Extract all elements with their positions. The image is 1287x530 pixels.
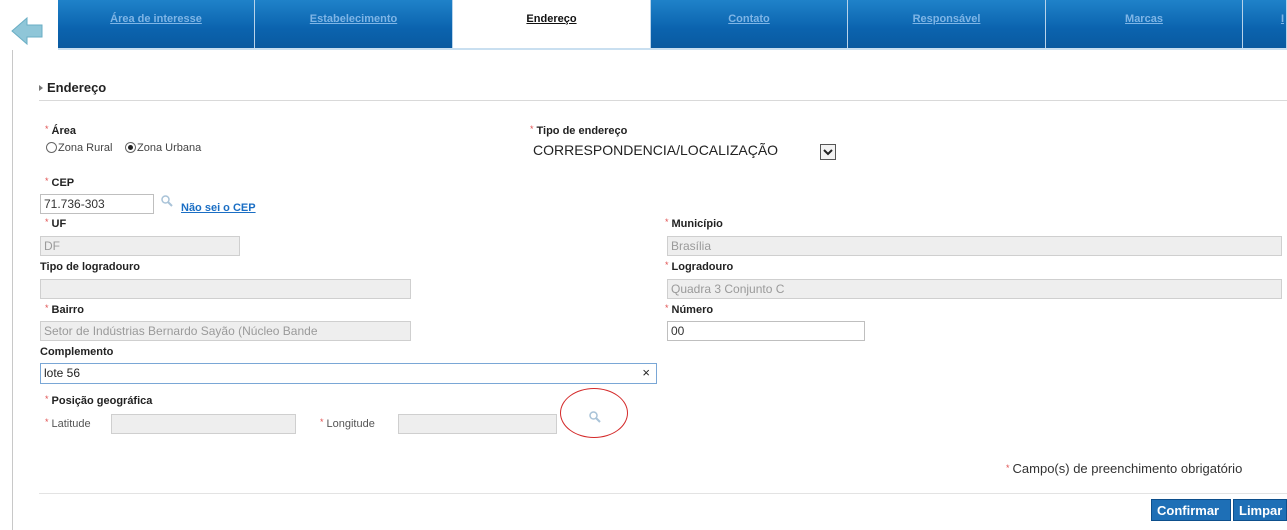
- tab-bar: Área de interesse Estabelecimento Endere…: [58, 0, 1287, 48]
- tipo-endereco-select[interactable]: CORRESPONDENCIA/LOCALIZAÇÃO: [533, 142, 778, 158]
- tab-contato[interactable]: Contato: [651, 0, 848, 48]
- tipo-endereco-label: * Tipo de endereço: [530, 124, 628, 137]
- longitude-input[interactable]: [398, 414, 557, 434]
- municipio-label: * Município: [665, 217, 723, 230]
- tab-endereco[interactable]: Endereço: [453, 0, 651, 48]
- section-divider: [39, 100, 1287, 101]
- posicao-label: * Posição geográfica: [45, 394, 153, 407]
- footer-divider: [39, 493, 1287, 494]
- zona-urbana-label: Zona Urbana: [137, 142, 202, 154]
- numero-input[interactable]: 00: [667, 321, 865, 341]
- confirm-button[interactable]: Confirmar: [1151, 499, 1231, 521]
- cep-label: * CEP: [45, 176, 75, 189]
- tab-estabelecimento[interactable]: Estabelecimento: [255, 0, 453, 48]
- longitude-label: * Longitude: [320, 417, 375, 430]
- tab-more[interactable]: I: [1243, 0, 1287, 48]
- chevron-down-icon[interactable]: [820, 144, 836, 160]
- tipo-logradouro-label: Tipo de logradouro: [40, 261, 141, 273]
- clear-button[interactable]: Limpar: [1233, 499, 1287, 521]
- area-label: * Área: [45, 124, 76, 137]
- tipo-logradouro-input[interactable]: [40, 279, 411, 299]
- uf-input[interactable]: DF: [40, 236, 240, 256]
- clear-icon[interactable]: ×: [642, 365, 650, 380]
- uf-label: * UF: [45, 217, 67, 230]
- tab-responsavel[interactable]: Responsável: [848, 0, 1046, 48]
- logradouro-label: * Logradouro: [665, 260, 734, 273]
- back-arrow-icon[interactable]: [10, 14, 44, 48]
- zona-urbana-radio[interactable]: [125, 142, 136, 153]
- highlight-circle: [560, 388, 628, 438]
- search-icon[interactable]: [160, 194, 174, 208]
- bairro-input[interactable]: Setor de Indústrias Bernardo Sayão (Núcl…: [40, 321, 411, 341]
- latitude-input[interactable]: [111, 414, 296, 434]
- nao-sei-cep-link[interactable]: Não sei o CEP: [181, 202, 256, 214]
- logradouro-input[interactable]: Quadra 3 Conjunto C: [667, 279, 1282, 299]
- tab-area-de-interesse[interactable]: Área de interesse: [58, 0, 255, 48]
- section-expand-icon[interactable]: [39, 85, 43, 91]
- zona-rural-radio[interactable]: [46, 142, 57, 153]
- latitude-label: * Latitude: [45, 417, 91, 430]
- numero-label: * Número: [665, 303, 714, 316]
- required-note: * Campo(s) de preenchimento obrigatório: [1006, 461, 1243, 476]
- municipio-input[interactable]: Brasília: [667, 236, 1282, 256]
- complemento-input[interactable]: lote 56 ×: [40, 363, 657, 384]
- section-title: Endereço: [47, 80, 107, 95]
- cep-input[interactable]: 71.736-303: [40, 194, 154, 214]
- bairro-label: * Bairro: [45, 303, 84, 316]
- zona-rural-label: Zona Rural: [58, 142, 113, 154]
- complemento-label: Complemento: [40, 346, 114, 358]
- tab-marcas[interactable]: Marcas: [1046, 0, 1243, 48]
